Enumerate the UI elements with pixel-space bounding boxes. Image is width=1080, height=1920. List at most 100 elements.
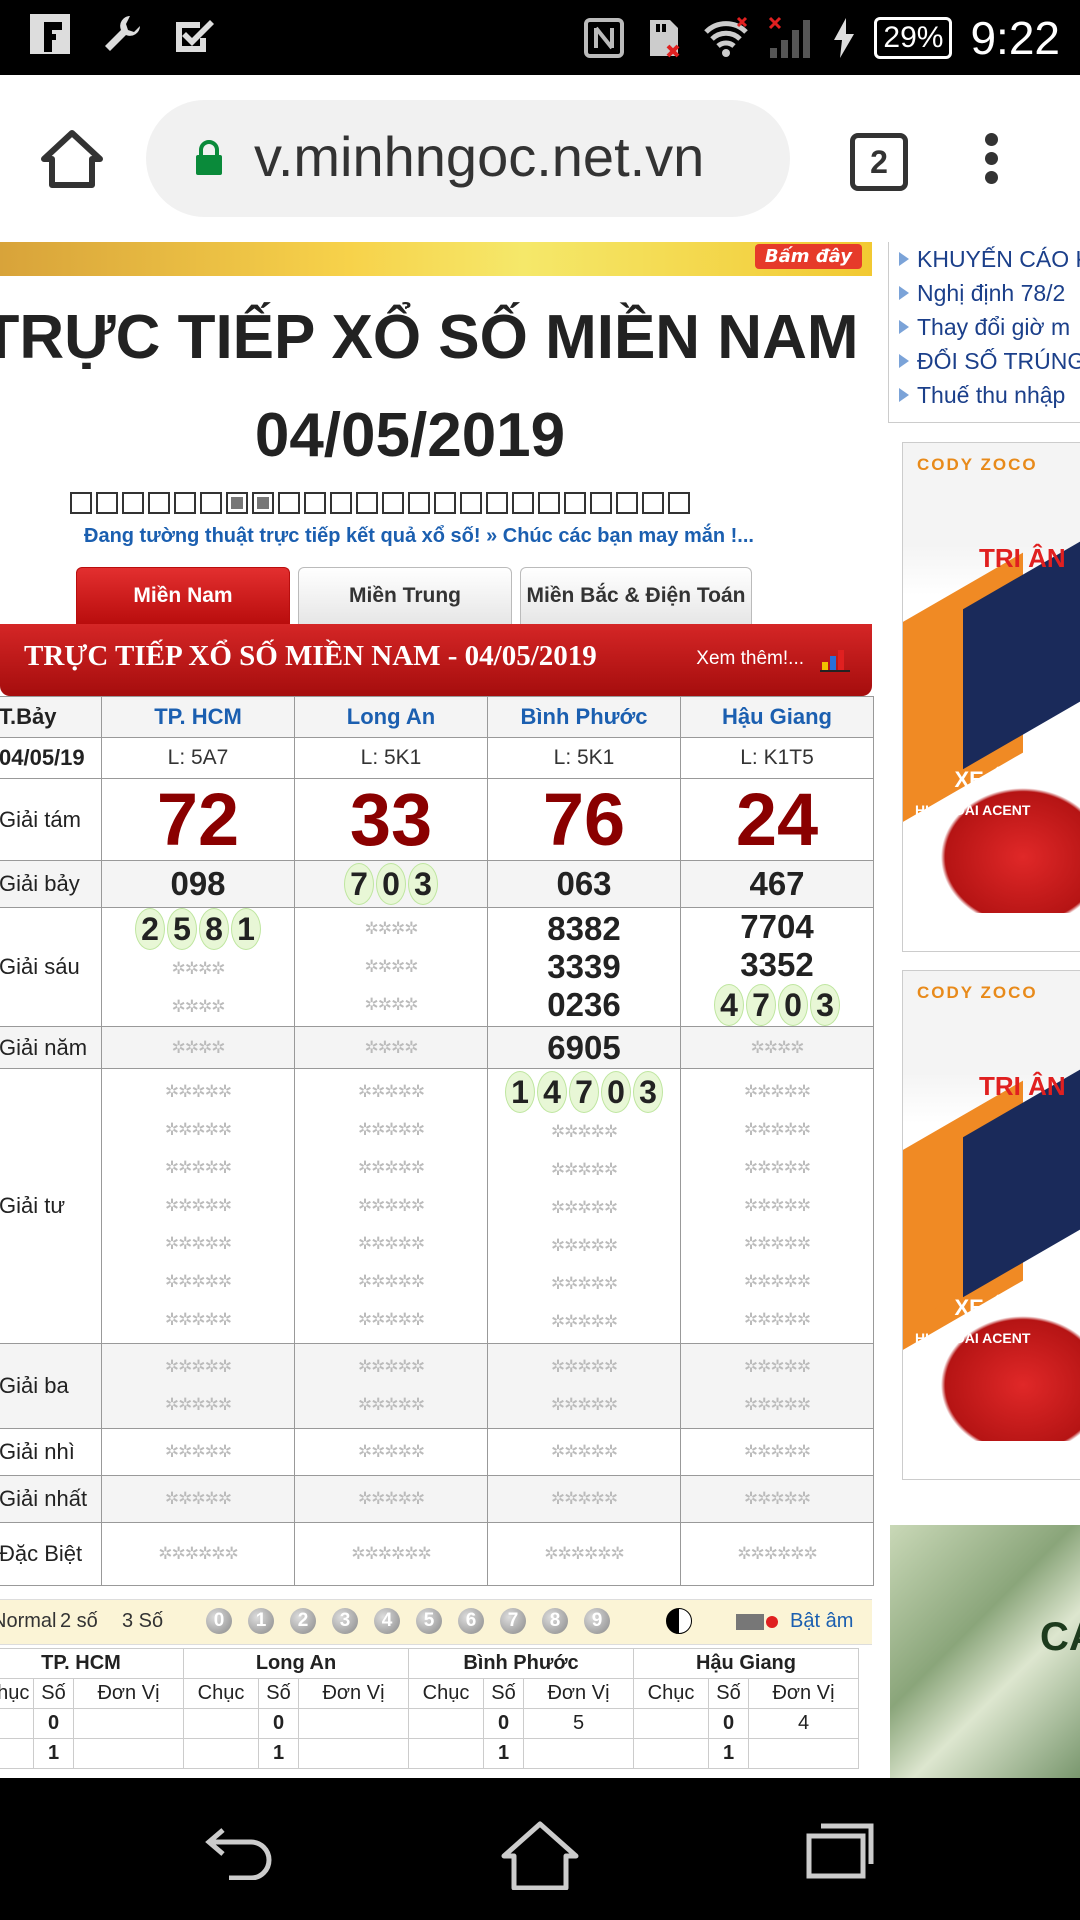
digit-filter-button[interactable]: 6: [458, 1608, 484, 1634]
news-link[interactable]: ĐỔI SỐ TRÚNG: [889, 344, 1080, 378]
news-link[interactable]: Nghị định 78/2: [889, 276, 1080, 310]
three-digit-mode-button[interactable]: 3 Số: [122, 1610, 163, 1633]
prize-cell: ✲✲✲✲✲: [294, 1428, 488, 1476]
prize-number: 33: [294, 778, 488, 861]
pending-placeholder: ✲✲✲✲✲: [357, 1442, 425, 1461]
pending-placeholder: ✲✲✲✲✲: [164, 1120, 232, 1139]
back-icon[interactable]: [205, 1820, 275, 1880]
more-link[interactable]: Xem thêm!...: [696, 648, 804, 670]
home-icon[interactable]: [40, 127, 104, 191]
news-link[interactable]: KHUYẾN CÁO K: [889, 242, 1080, 276]
prize-cell: 2 5 8 1 ✲✲✲✲ ✲✲✲✲: [101, 907, 295, 1027]
banner-tag[interactable]: Bấm đây: [754, 244, 862, 269]
home-nav-icon[interactable]: [500, 1820, 580, 1890]
progress-box: [538, 492, 560, 514]
checkbox-icon: [176, 20, 214, 52]
url-bar[interactable]: v.minhngoc.net.vn: [146, 100, 790, 217]
prize-number: 063: [487, 860, 681, 908]
two-digit-mode-button[interactable]: 2 số: [60, 1610, 98, 1633]
province-hcm[interactable]: TP. HCM: [101, 696, 295, 738]
table-row: Giải nhì ✲✲✲✲✲ ✲✲✲✲✲ ✲✲✲✲✲ ✲✲✲✲✲: [0, 1428, 874, 1476]
digit-filter-button[interactable]: 2: [290, 1608, 316, 1634]
table-row: Đặc Biệt ✲✲✲✲✲✲ ✲✲✲✲✲✲ ✲✲✲✲✲✲ ✲✲✲✲✲✲: [0, 1522, 874, 1586]
highlighted-number: 14703: [505, 1071, 663, 1113]
tab-switcher-button[interactable]: 2: [850, 133, 908, 191]
prize-cell: 1 4 7 0 3 ✲✲✲✲✲ ✲✲✲✲✲ ✲✲✲✲✲ ✲✲✲✲✲ ✲✲✲✲✲ ✲✲✲✲✲: [487, 1068, 681, 1344]
top-banner-ad[interactable]: Bấm đây: [0, 242, 872, 276]
prize-cell: ✲✲✲✲✲: [294, 1475, 488, 1523]
pending-placeholder: ✲✲✲✲✲: [357, 1196, 425, 1215]
pending-placeholder: ✲✲✲✲✲: [164, 1234, 232, 1253]
ticket-code: L: 5A7: [101, 737, 295, 779]
digit-filter-button[interactable]: 4: [374, 1608, 400, 1634]
progress-box: [174, 492, 196, 514]
highlighted-digit: 7: [569, 1071, 599, 1113]
prize-cell: ✲✲✲✲✲: [680, 1428, 874, 1476]
pending-placeholder: ✲✲✲✲✲: [550, 1198, 618, 1217]
recents-icon[interactable]: [805, 1820, 875, 1880]
province-long-an[interactable]: Long An: [294, 696, 488, 738]
prize-number: 72: [101, 778, 295, 861]
table-row: 0 0 05 04: [0, 1708, 859, 1739]
highlighted-number: 4703: [714, 984, 840, 1026]
province-hau-giang[interactable]: Hậu Giang: [680, 696, 874, 738]
pending-placeholder: ✲✲✲✲✲: [164, 1489, 232, 1508]
pending-placeholder: ✲✲✲✲✲: [164, 1082, 232, 1101]
digit-filter-button[interactable]: 1: [248, 1608, 274, 1634]
yin-yang-icon[interactable]: [666, 1608, 692, 1634]
prize-cell: ✲✲✲✲ ✲✲✲✲ ✲✲✲✲: [294, 907, 488, 1027]
stat-cell: 0: [708, 1708, 749, 1739]
pending-placeholder: ✲✲✲✲✲: [743, 1442, 811, 1461]
prize-cell: ✲✲✲✲✲✲: [680, 1522, 874, 1586]
digit-filter-button[interactable]: 8: [542, 1608, 568, 1634]
overflow-menu-icon[interactable]: [985, 133, 999, 185]
ad-brand: CODY ZOCO: [917, 455, 1038, 474]
col-header: Chục: [0, 1678, 34, 1709]
prize-label: Giải sáu: [0, 907, 102, 1027]
prize-cell: ✲✲✲✲✲ ✲✲✲✲✲ ✲✲✲✲✲ ✲✲✲✲✲ ✲✲✲✲✲ ✲✲✲✲✲ ✲✲✲✲✲: [294, 1068, 488, 1344]
right-sidebar: KHUYẾN CÁO K Nghị định 78/2 Thay đổi giờ…: [888, 242, 1080, 1778]
pending-placeholder: ✲✲✲✲✲: [357, 1489, 425, 1508]
table-row: Giải nhất ✲✲✲✲✲ ✲✲✲✲✲ ✲✲✲✲✲ ✲✲✲✲✲: [0, 1475, 874, 1523]
live-note[interactable]: Đang tường thuật trực tiếp kết quả xổ số…: [84, 525, 754, 548]
progress-box: [200, 492, 222, 514]
digit-filter-button[interactable]: 9: [584, 1608, 610, 1634]
progress-box: [434, 492, 456, 514]
table-row: ChụcSốĐơn Vị ChụcSốĐơn Vị ChụcSốĐơn Vị C…: [0, 1678, 859, 1709]
prize-number: 0236: [547, 986, 621, 1023]
highlighted-digit: 7: [746, 984, 776, 1026]
news-link[interactable]: Thuế thu nhập: [889, 378, 1080, 412]
sidebar-ad-2[interactable]: CODY ZOCO TRI ÂN 02 XE ÔTÔ HUYNDAI ACENT: [902, 970, 1080, 1480]
digit-filter-button[interactable]: 5: [416, 1608, 442, 1634]
bar-chart-icon[interactable]: [820, 646, 850, 672]
tab-mien-nam[interactable]: Miền Nam: [76, 567, 290, 624]
digit-filter-button[interactable]: 0: [206, 1608, 232, 1634]
tab-mien-trung[interactable]: Miền Trung: [298, 567, 512, 624]
province-binh-phuoc[interactable]: Bình Phước: [487, 696, 681, 738]
prize-cell: ✲✲✲✲✲✲: [294, 1522, 488, 1586]
highlighted-digit: 0: [601, 1071, 631, 1113]
news-link[interactable]: Thay đổi giờ m: [889, 310, 1080, 344]
pending-placeholder: ✲✲✲✲✲: [357, 1082, 425, 1101]
digit-filter-button[interactable]: 7: [500, 1608, 526, 1634]
digit-filter-button[interactable]: 3: [332, 1608, 358, 1634]
sidebar-ad-1[interactable]: CODY ZOCO TRI ÂN 02 XE ÔTÔ HUYNDAI ACENT: [902, 442, 1080, 952]
sound-toggle[interactable]: Bật âm: [790, 1610, 853, 1633]
pending-placeholder: ✲✲✲✲✲: [164, 1158, 232, 1177]
prize-number: 3339: [547, 948, 621, 985]
pending-placeholder: ✲✲✲✲✲: [743, 1489, 811, 1508]
prize-label: Giải bảy: [0, 860, 102, 908]
prize-cell: ✲✲✲✲✲: [487, 1428, 681, 1476]
results-header: TRỰC TIẾP XỔ SỐ MIỀN NAM - 04/05/2019 Xe…: [0, 624, 872, 696]
normal-mode-button[interactable]: Normal: [0, 1610, 56, 1633]
stat-cell: [298, 1708, 409, 1739]
progress-box: [668, 492, 690, 514]
speaker-icon[interactable]: [734, 1610, 778, 1634]
tab-mien-bac[interactable]: Miền Bắc & Điện Toán: [520, 567, 752, 624]
money-ad-image[interactable]: CA: [890, 1525, 1080, 1778]
prize-number: 467: [680, 860, 874, 908]
progress-box: [70, 492, 92, 514]
results-title: TRỰC TIẾP XỔ SỐ MIỀN NAM - 04/05/2019: [24, 640, 597, 672]
table-row: Giải tám 72 33 76 24: [0, 778, 874, 861]
pending-placeholder: ✲✲✲✲✲: [550, 1274, 618, 1293]
